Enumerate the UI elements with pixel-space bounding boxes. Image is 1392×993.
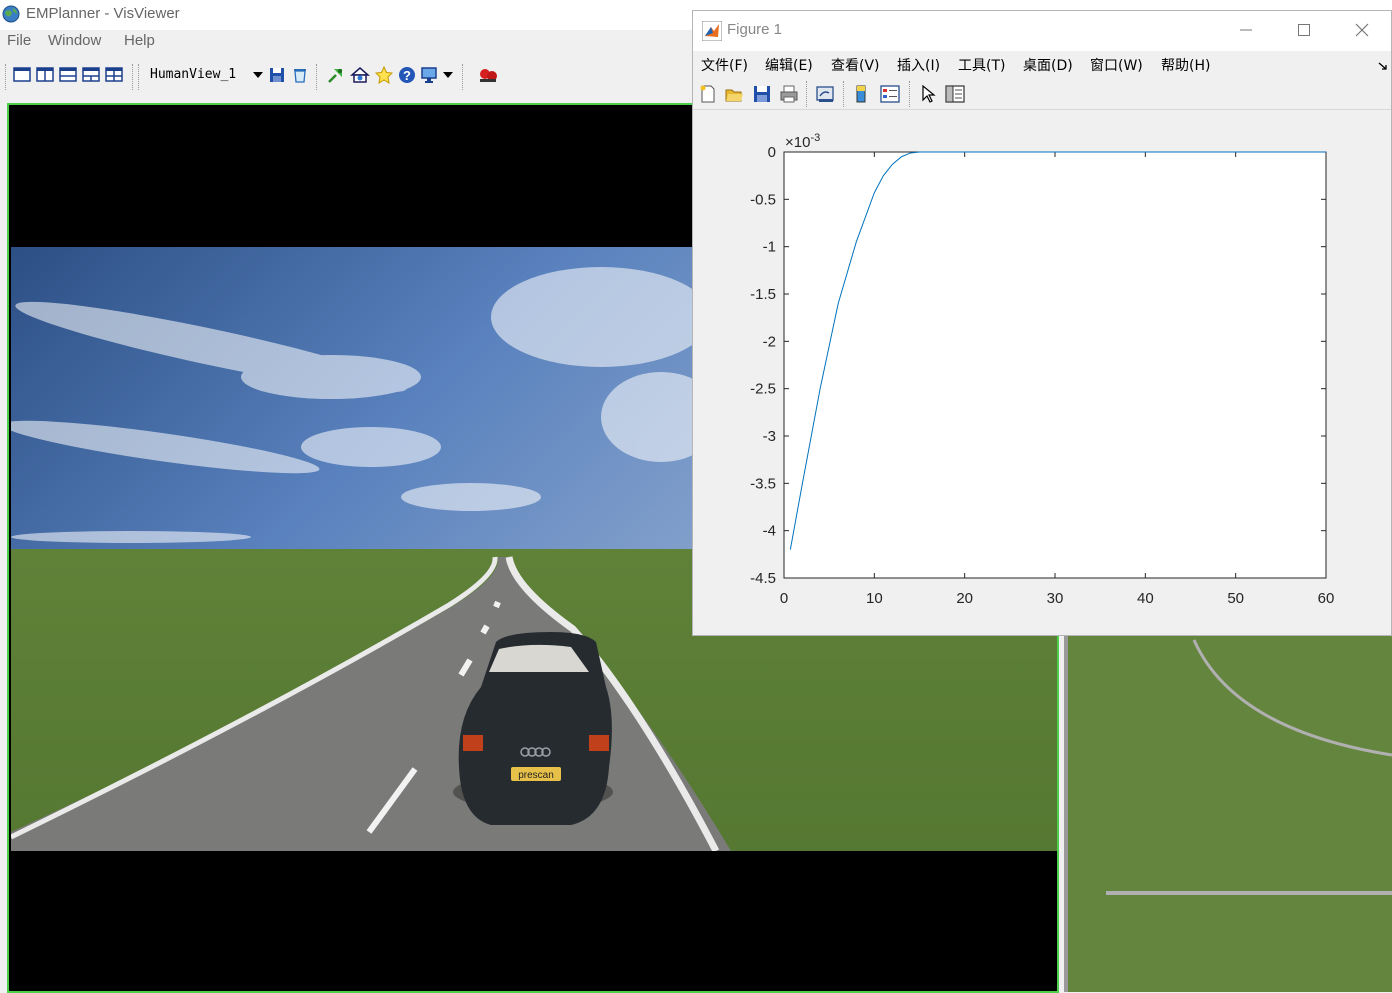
- menu-file[interactable]: File: [7, 32, 31, 49]
- license-plate: prescan: [518, 770, 554, 781]
- close-button[interactable]: [1333, 11, 1391, 51]
- line-chart[interactable]: 0 10 20 30 40 50 60 0 -0.5 -1 -1.5 -2 -2.5 -3 -3.5 -4 -…: [693, 110, 1391, 635]
- new-figure-icon[interactable]: [698, 84, 718, 104]
- chevron-down-icon[interactable]: [252, 70, 264, 80]
- close-icon: [1355, 23, 1369, 37]
- globe-icon: [2, 5, 20, 23]
- layout-single-icon[interactable]: [13, 67, 31, 83]
- y-tick-label: -3.5: [750, 475, 776, 492]
- print-icon[interactable]: [779, 84, 799, 104]
- x-tick-label: 20: [956, 590, 973, 607]
- y-exponent-label: ×10-3: [785, 132, 820, 151]
- figure-window: Figure 1 文件(F) 编辑(E) 查看(V) 插入(I) 工具(T) 桌…: [692, 10, 1392, 636]
- open-file-icon[interactable]: [724, 84, 744, 104]
- x-tick-label: 0: [780, 590, 788, 607]
- menu-help[interactable]: Help: [124, 32, 155, 49]
- y-tick-label: -2.5: [750, 381, 776, 398]
- layout-two-columns-icon[interactable]: [36, 67, 54, 83]
- colorbar-icon[interactable]: [853, 84, 869, 104]
- figure-toolbar: [693, 79, 1391, 110]
- y-tick-label: -3: [763, 428, 776, 445]
- menu-edit-cn[interactable]: 编辑(E): [765, 55, 813, 75]
- menu-help-cn[interactable]: 帮助(H): [1161, 55, 1210, 75]
- layout-three-icon[interactable]: [82, 67, 100, 83]
- figure-titlebar: Figure 1: [693, 11, 1391, 51]
- y-tick-label: -0.5: [750, 191, 776, 208]
- y-tick-label: -4.5: [750, 570, 776, 587]
- save-icon[interactable]: [268, 66, 286, 84]
- top-view-pane[interactable]: [1064, 620, 1392, 992]
- y-tick-label: 0: [768, 144, 776, 161]
- favorite-icon[interactable]: [374, 65, 394, 85]
- menu-file-cn[interactable]: 文件(F): [701, 55, 748, 75]
- y-tick-label: -2: [763, 333, 776, 350]
- pick-icon[interactable]: [326, 65, 346, 85]
- home-view-icon[interactable]: [350, 65, 370, 85]
- x-tick-label: 30: [1047, 590, 1064, 607]
- x-tick-label: 40: [1137, 590, 1154, 607]
- save-figure-icon[interactable]: [752, 84, 772, 104]
- delete-icon[interactable]: [291, 66, 309, 84]
- link-icon[interactable]: [815, 84, 837, 104]
- svg-text:?: ?: [403, 68, 411, 83]
- x-tick-label: 60: [1318, 590, 1335, 607]
- window-title: EMPlanner - VisViewer: [26, 5, 180, 22]
- layout-two-rows-icon[interactable]: [59, 67, 77, 83]
- figure-title: Figure 1: [727, 21, 783, 38]
- visviewer-toolbar: ?: [0, 54, 700, 96]
- maximize-button[interactable]: [1275, 11, 1333, 51]
- menu-desktop-cn[interactable]: 桌面(D): [1023, 55, 1073, 75]
- menu-window[interactable]: Window: [48, 32, 101, 49]
- view-select[interactable]: HumanView_1: [150, 67, 236, 82]
- minimize-icon: [1240, 29, 1252, 31]
- layout-quad-icon[interactable]: [105, 67, 123, 83]
- x-tick-label: 10: [866, 590, 883, 607]
- display-icon[interactable]: [420, 65, 440, 85]
- minimize-button[interactable]: [1217, 11, 1275, 51]
- visviewer-menubar: File Window Help: [0, 30, 700, 54]
- maximize-icon: [1298, 24, 1310, 36]
- menu-insert-cn[interactable]: 插入(I): [897, 55, 940, 75]
- menu-window-cn[interactable]: 窗口(W): [1090, 55, 1143, 75]
- x-tick-label: 50: [1227, 590, 1244, 607]
- dock-arrow-icon[interactable]: [1377, 61, 1389, 71]
- matlab-logo-icon: [702, 21, 722, 41]
- y-exponent-base: ×10: [785, 134, 810, 151]
- y-exponent-power: -3: [810, 132, 820, 144]
- legend-icon[interactable]: [879, 84, 901, 104]
- y-tick-label: -1: [763, 239, 776, 256]
- figure-menubar: 文件(F) 编辑(E) 查看(V) 插入(I) 工具(T) 桌面(D) 窗口(W…: [693, 51, 1391, 79]
- y-tick-label: -4: [763, 523, 776, 540]
- menu-tools-cn[interactable]: 工具(T): [958, 55, 1005, 75]
- property-inspector-icon[interactable]: [944, 84, 966, 104]
- record-icon[interactable]: [477, 65, 499, 85]
- chevron-down-icon[interactable]: [442, 70, 454, 80]
- menu-view-cn[interactable]: 查看(V): [831, 55, 880, 75]
- help-icon[interactable]: ?: [397, 65, 417, 85]
- pointer-icon[interactable]: [919, 84, 937, 104]
- y-tick-label: -1.5: [750, 286, 776, 303]
